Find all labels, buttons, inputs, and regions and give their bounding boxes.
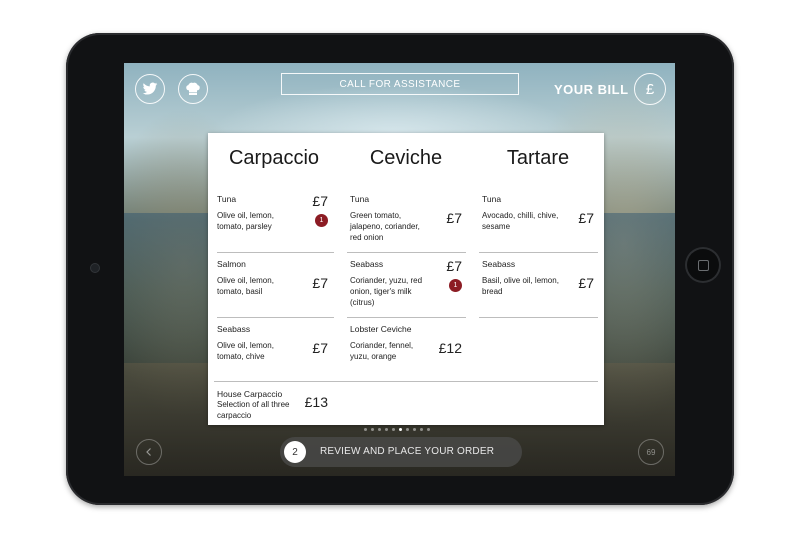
menu-item[interactable]: Tuna Avocado, chilli, chive, sesame £7 xyxy=(482,194,594,244)
page-indicator xyxy=(364,428,430,431)
item-price: £7 xyxy=(578,210,594,226)
item-name: Tuna xyxy=(482,194,502,204)
item-description: Basil, olive oil, lemon, bread xyxy=(482,276,559,296)
home-square-icon xyxy=(698,260,709,271)
review-order-label: REVIEW AND PLACE YOUR ORDER xyxy=(320,446,495,457)
item-name: Seabass xyxy=(350,259,384,269)
item-price: £7 xyxy=(578,275,594,291)
item-name: Salmon xyxy=(217,259,246,269)
call-assistance-label: CALL FOR ASSISTANCE xyxy=(339,78,461,90)
item-name: Lobster Ceviche xyxy=(350,324,412,334)
page-dot[interactable] xyxy=(385,428,388,431)
item-price: £13 xyxy=(304,394,328,410)
page-dot[interactable] xyxy=(413,428,416,431)
twitter-icon xyxy=(142,82,158,95)
item-price: £7 xyxy=(446,210,462,226)
page-dot[interactable] xyxy=(371,428,374,431)
home-button[interactable] xyxy=(687,249,719,281)
menu-item[interactable]: Tuna Green tomato, jalapeno, coriander, … xyxy=(350,194,462,244)
order-count-badge: 2 xyxy=(284,441,306,463)
column-title-tartare: Tartare xyxy=(506,147,570,169)
page-dot-active[interactable] xyxy=(399,428,402,431)
item-description: Olive oil, lemon, tomato, basil xyxy=(217,276,274,296)
item-price: £7 xyxy=(312,193,328,209)
menu-item[interactable]: Seabass Basil, olive oil, lemon, bread £… xyxy=(482,259,594,304)
divider xyxy=(217,252,334,253)
column-title-ceviche: Ceviche xyxy=(369,147,443,169)
page-dot[interactable] xyxy=(427,428,430,431)
menu-item[interactable]: Lobster Ceviche Coriander, fennel, yuzu,… xyxy=(350,324,462,369)
twitter-button[interactable] xyxy=(135,74,165,104)
column-title-carpaccio: Carpaccio xyxy=(228,147,320,169)
bill-button[interactable]: £ xyxy=(634,73,666,105)
item-name: House Carpaccio xyxy=(217,389,283,399)
item-price: £7 xyxy=(446,258,462,274)
chef-button[interactable] xyxy=(178,74,208,104)
right-badge-text: 69 xyxy=(646,447,656,457)
arrow-left-icon xyxy=(146,448,151,456)
your-bill-label[interactable]: YOUR BILL xyxy=(554,82,629,97)
item-name: Tuna xyxy=(350,194,370,204)
item-price: £7 xyxy=(312,275,328,291)
menu-panel: Carpaccio Ceviche Tartare Tuna Olive oil… xyxy=(208,133,604,425)
item-description: Olive oil, lemon, tomato, chive xyxy=(217,341,274,361)
menu-item[interactable]: Seabass Olive oil, lemon, tomato, chive … xyxy=(217,324,328,369)
item-description: Coriander, yuzu, red onion, tiger's milk… xyxy=(350,276,423,307)
page-dot[interactable] xyxy=(364,428,367,431)
item-description: Coriander, fennel, yuzu, orange xyxy=(350,341,414,361)
page-dot[interactable] xyxy=(406,428,409,431)
item-description: Selection of all three carpaccio xyxy=(217,400,290,420)
divider xyxy=(214,381,598,382)
menu-item[interactable]: Tuna Olive oil, lemon, tomato, parsley £… xyxy=(217,193,328,244)
review-order-button[interactable]: 2 REVIEW AND PLACE YOUR ORDER xyxy=(280,437,522,467)
divider xyxy=(347,252,466,253)
page-dot[interactable] xyxy=(378,428,381,431)
call-assistance-button[interactable]: CALL FOR ASSISTANCE xyxy=(281,73,519,95)
item-description: Avocado, chilli, chive, sesame xyxy=(482,211,559,231)
quantity-badge: 1 xyxy=(449,279,462,292)
item-description: Green tomato, jalapeno, coriander, red o… xyxy=(350,211,420,242)
quantity-badge: 1 xyxy=(315,214,328,227)
divider xyxy=(479,252,598,253)
item-name: Seabass xyxy=(482,259,516,269)
item-name: Tuna xyxy=(217,194,237,204)
item-description: Olive oil, lemon, tomato, parsley xyxy=(217,211,274,231)
right-badge[interactable]: 69 xyxy=(638,439,664,465)
page-dot[interactable] xyxy=(392,428,395,431)
left-nav-icon[interactable] xyxy=(136,439,162,465)
divider xyxy=(217,317,334,318)
divider xyxy=(347,317,466,318)
camera xyxy=(91,264,99,272)
item-name: Seabass xyxy=(217,324,251,334)
item-price: £7 xyxy=(312,340,328,356)
menu-item[interactable]: House Carpaccio Selection of all three c… xyxy=(217,389,328,423)
item-price: £12 xyxy=(438,340,462,356)
chef-hat-icon xyxy=(186,82,200,95)
app-screen: CALL FOR ASSISTANCE YOUR BILL £ Carpacci… xyxy=(124,63,675,476)
page-dot[interactable] xyxy=(420,428,423,431)
menu-item[interactable]: Salmon Olive oil, lemon, tomato, basil £… xyxy=(217,259,328,304)
menu-item[interactable]: Seabass Coriander, yuzu, red onion, tige… xyxy=(350,258,462,315)
divider xyxy=(479,317,598,318)
pound-icon: £ xyxy=(645,80,655,98)
